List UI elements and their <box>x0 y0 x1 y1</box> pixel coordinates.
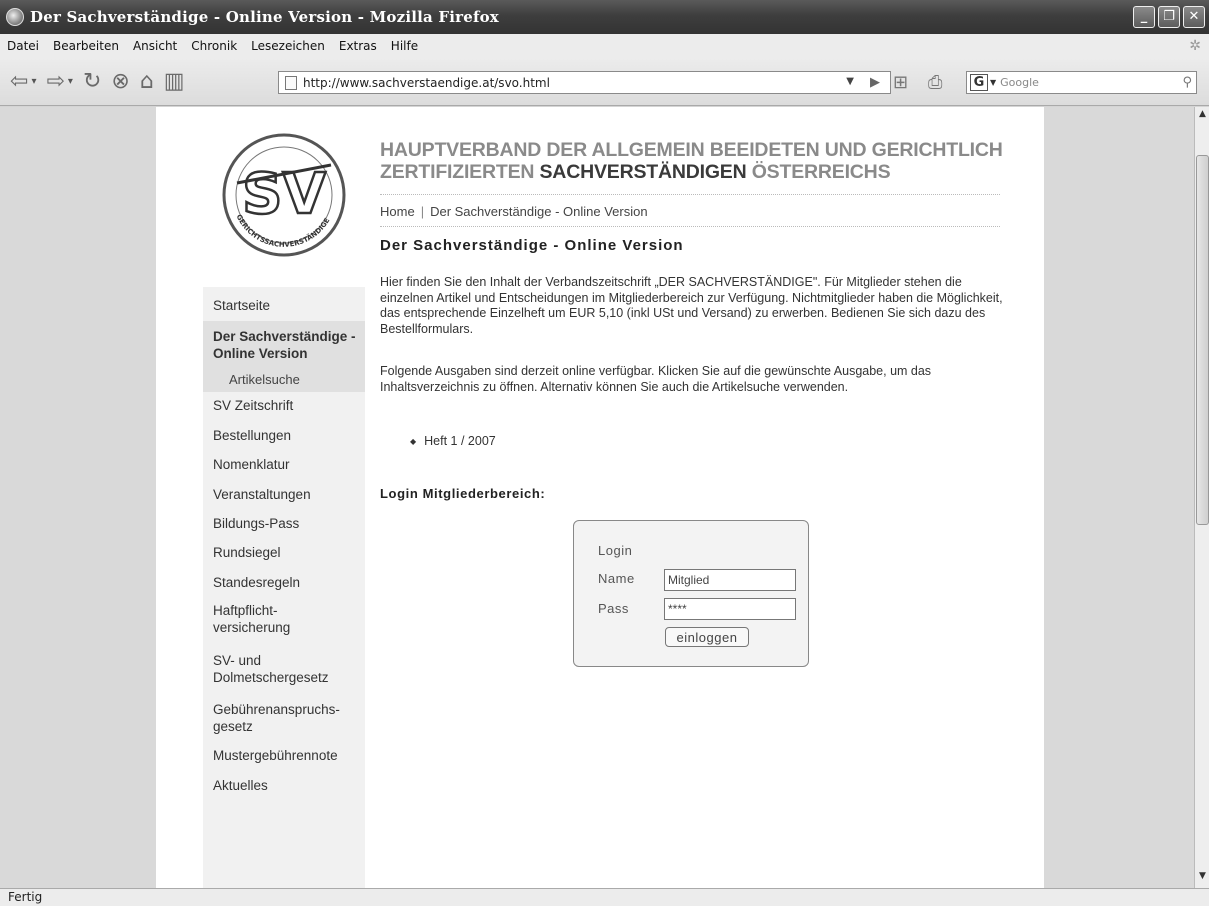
back-icon[interactable]: ⇦ <box>10 69 28 94</box>
sidebar-item-bildungs-pass[interactable]: Bildungs-Pass <box>213 515 299 532</box>
breadcrumb: Home | Der Sachverständige - Online Versio… <box>380 204 648 219</box>
sidebar: SV GERICHTSSACHVERSTÄNDIGE Startseite De… <box>203 107 365 888</box>
issues-paragraph: Folgende Ausgaben sind derzeit online ve… <box>380 364 932 394</box>
maximize-button[interactable]: ❐ <box>1158 6 1180 28</box>
bullet-icon: ◆ <box>410 437 417 447</box>
login-heading: Login Mitgliederbereich: <box>380 486 546 501</box>
sidebar-item-aktuelles[interactable]: Aktuelles <box>213 777 268 794</box>
scroll-down-icon[interactable]: ▼ <box>1196 871 1209 886</box>
divider <box>380 226 1000 227</box>
search-icon[interactable]: ⚲ <box>1182 75 1192 90</box>
url-text[interactable]: http://www.sachverstaendige.at/svo.html <box>303 76 550 90</box>
pass-label: Pass <box>598 601 629 616</box>
navigation-toolbar: ⇦ ▾ ⇨ ▾ ↻ ⊗ ⌂ ▥ http://www.sachverstaend… <box>0 58 1209 106</box>
heading-part-2: SACHVERSTÄNDIGEN <box>539 161 747 183</box>
bookmarks-icon[interactable]: ▥ <box>164 69 185 94</box>
name-field[interactable] <box>664 569 796 591</box>
menu-bearbeiten[interactable]: Bearbeiten <box>53 39 119 53</box>
breadcrumb-home[interactable]: Home <box>380 204 415 219</box>
url-dropdown-icon[interactable]: ▼ <box>846 76 854 87</box>
divider <box>380 194 1000 195</box>
scroll-thumb[interactable] <box>1196 155 1209 525</box>
menu-extras[interactable]: Extras <box>339 39 377 53</box>
login-title: Login <box>598 543 633 558</box>
issue-link[interactable]: Heft 1 / 2007 <box>424 434 496 448</box>
intro-paragraph: Hier finden Sie den Inhalt der Verbandsz… <box>380 275 1003 336</box>
breadcrumb-separator: | <box>420 204 425 219</box>
menu-chronik[interactable]: Chronik <box>191 39 237 53</box>
sidebar-item-veranstaltungen[interactable]: Veranstaltungen <box>213 486 311 503</box>
page-icon <box>285 75 297 90</box>
sidebar-item-sv-zeitschrift[interactable]: SV Zeitschrift <box>213 397 293 414</box>
sidebar-item-rundsiegel[interactable]: Rundsiegel <box>213 544 281 561</box>
sidebar-item-online-version[interactable]: Der Sachverständige - Online Version <box>203 321 365 365</box>
issue-list-item[interactable]: ◆ Heft 1 / 2007 <box>410 434 496 448</box>
back-dropdown-icon[interactable]: ▾ <box>31 76 36 87</box>
sidebar-item-sv-gesetz[interactable]: SV- und Dolmetschergesetz <box>213 652 363 686</box>
sidebar-item-artikelsuche[interactable]: Artikelsuche <box>203 365 365 392</box>
forward-dropdown-icon[interactable]: ▾ <box>68 76 73 87</box>
stop-icon[interactable]: ⊗ <box>111 69 129 94</box>
search-engine-icon[interactable]: G <box>970 74 988 91</box>
sv-logo[interactable]: SV GERICHTSSACHVERSTÄNDIGE <box>203 107 365 287</box>
menu-bar: Datei Bearbeiten Ansicht Chronik Lesezei… <box>0 34 1209 58</box>
menu-datei[interactable]: Datei <box>7 39 39 53</box>
close-button[interactable]: ✕ <box>1183 6 1205 28</box>
logo-letters: SV <box>242 162 326 227</box>
web-page: SV GERICHTSSACHVERSTÄNDIGE Startseite De… <box>156 107 1044 888</box>
home-icon[interactable]: ⌂ <box>140 69 154 94</box>
heading-part-3: ÖSTERREICHS <box>746 161 891 183</box>
breadcrumb-current: Der Sachverständige - Online Version <box>430 204 648 219</box>
login-button[interactable]: einloggen <box>665 627 749 647</box>
scroll-up-icon[interactable]: ▲ <box>1196 109 1209 124</box>
search-placeholder[interactable]: Google <box>1000 76 1039 89</box>
new-tab-icon[interactable]: ⊞ <box>893 72 908 93</box>
status-bar: Fertig <box>0 888 1209 906</box>
sv-logo-graphic: SV GERICHTSSACHVERSTÄNDIGE <box>222 133 346 257</box>
sidebar-item-haftpflicht[interactable]: Haftpflicht-versicherung <box>213 602 323 636</box>
search-engine-dropdown-icon[interactable]: ▼ <box>990 78 996 87</box>
browser-viewport: SV GERICHTSSACHVERSTÄNDIGE Startseite De… <box>0 107 1194 888</box>
url-bar[interactable]: http://www.sachverstaendige.at/svo.html … <box>278 71 891 94</box>
vertical-scrollbar[interactable]: ▲ ▼ <box>1194 107 1209 888</box>
menu-lesezeichen[interactable]: Lesezeichen <box>251 39 325 53</box>
forward-icon[interactable]: ⇨ <box>46 69 64 94</box>
name-label: Name <box>598 571 635 586</box>
page-title: Der Sachverständige - Online Version <box>380 237 684 254</box>
sidebar-item-standesregeln[interactable]: Standesregeln <box>213 574 300 591</box>
reload-icon[interactable]: ↻ <box>83 69 101 94</box>
window-titlebar: Der Sachverständige - Online Version - M… <box>0 0 1209 34</box>
sidebar-item-nomenklatur[interactable]: Nomenklatur <box>213 456 290 473</box>
menu-ansicht[interactable]: Ansicht <box>133 39 177 53</box>
search-bar[interactable]: G ▼ Google ⚲ <box>966 71 1197 94</box>
sidebar-item-gebuehrenanspruch[interactable]: Gebührenanspruchs-gesetz <box>213 701 363 735</box>
print-icon[interactable]: ⎙ <box>928 72 942 93</box>
site-heading: HAUPTVERBAND DER ALLGEMEIN BEEIDETEN UND… <box>380 139 1010 183</box>
firefox-icon <box>6 8 24 26</box>
go-icon[interactable]: ▶ <box>870 75 880 90</box>
sidebar-item-bestellungen[interactable]: Bestellungen <box>213 427 291 444</box>
throbber-icon: ✲ <box>1189 38 1201 54</box>
login-form: Login Name Pass einloggen <box>573 520 809 667</box>
sidebar-item-startseite[interactable]: Startseite <box>213 297 270 314</box>
sidebar-item-mustergebuehrennote[interactable]: Mustergebührennote <box>213 747 338 764</box>
menu-hilfe[interactable]: Hilfe <box>391 39 418 53</box>
pass-field[interactable] <box>664 598 796 620</box>
window-title: Der Sachverständige - Online Version - M… <box>30 8 499 26</box>
minimize-button[interactable]: _ <box>1133 6 1155 28</box>
